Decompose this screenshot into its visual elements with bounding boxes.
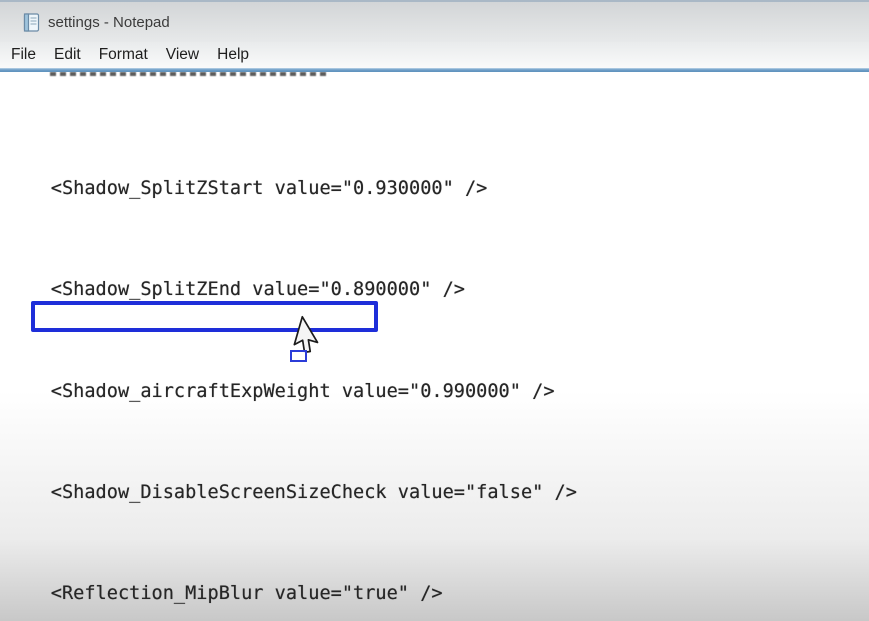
menu-item[interactable]: Edit — [45, 42, 90, 68]
window-title: settings - Notepad — [48, 13, 170, 31]
xml-line: <Shadow_SplitZEnd value="0.890000" /> — [6, 279, 465, 301]
menu-item[interactable]: Help — [208, 42, 258, 68]
menu-item[interactable]: Format — [90, 42, 157, 68]
menu-bar: File Edit Format View Help — [0, 42, 869, 68]
notepad-window: settings - Notepad File Edit Format View… — [0, 0, 869, 621]
click-marker — [290, 350, 307, 362]
title-bar[interactable]: settings - Notepad — [0, 0, 869, 42]
menu-item[interactable]: View — [157, 42, 208, 68]
text-editor[interactable]: <Shadow_SplitZStart value="0.930000" /> … — [0, 72, 869, 621]
menu-item[interactable]: File — [2, 42, 45, 68]
notepad-icon — [22, 12, 41, 32]
xml-line: <Shadow_aircraftExpWeight value="0.99000… — [6, 380, 555, 402]
xml-line: <Shadow_DisableScreenSizeCheck value="fa… — [6, 481, 577, 503]
xml-line: <Shadow_SplitZStart value="0.930000" /> — [6, 178, 488, 200]
xml-line: <Reflection_MipBlur value="true" /> — [6, 582, 443, 604]
